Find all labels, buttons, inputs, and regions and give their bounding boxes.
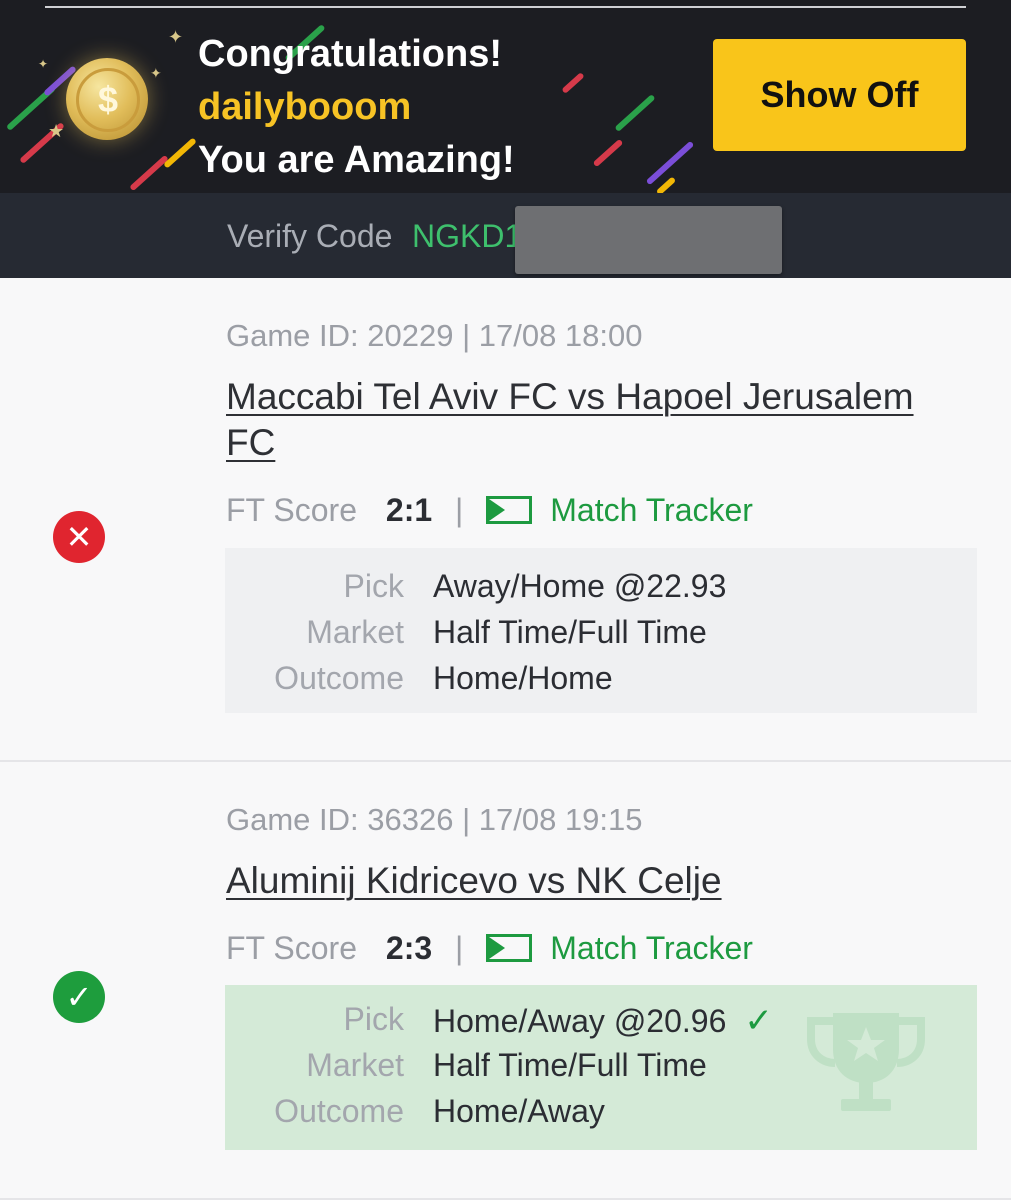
verify-code-label: Verify Code	[227, 218, 393, 254]
outcome-row: Outcome Home/Away	[225, 1093, 977, 1139]
check-circle-icon: ✓	[53, 971, 105, 1023]
confetti-streak	[655, 176, 677, 193]
confetti-streak	[614, 94, 656, 132]
star-icon: ✦	[38, 57, 49, 71]
congrats-title: Congratulations!	[198, 33, 502, 75]
coin-symbol: $	[97, 79, 119, 120]
outcome-row: Outcome Home/Home	[225, 660, 977, 706]
game-id: Game ID: 20229 | 17/08 18:00	[226, 318, 643, 353]
separator: |	[455, 930, 464, 966]
outcome-label: Outcome	[274, 660, 404, 696]
ft-score-row: FT Score 2:1 | Match Tracker	[226, 492, 753, 529]
match-tracker-label: Match Tracker	[550, 930, 753, 966]
match-tracker-label: Match Tracker	[550, 492, 753, 528]
ft-score-label: FT Score	[226, 492, 357, 528]
star-icon: ✦	[150, 65, 162, 81]
bet-detail-box: Pick Away/Home @22.93 Market Half Time/F…	[225, 548, 977, 713]
outcome-value: Home/Away	[433, 1093, 605, 1129]
match-tracker-link[interactable]: Match Tracker	[486, 492, 753, 528]
game-id: Game ID: 36326 | 17/08 19:15	[226, 802, 643, 837]
outcome-label: Outcome	[274, 1093, 404, 1129]
match-tracker-icon	[486, 933, 533, 962]
confetti-streak	[561, 72, 585, 94]
ft-score-value: 2:3	[385, 930, 433, 966]
outcome-value: Home/Home	[433, 660, 613, 696]
ft-score-row: FT Score 2:3 | Match Tracker	[226, 930, 753, 967]
star-icon: ★	[48, 121, 65, 141]
share-banner: ✦ ✦ ★ ✦ $ Congratulations! dailybooom Yo…	[0, 0, 1011, 193]
pick-label: Pick	[343, 1001, 404, 1037]
star-icon: ✦	[168, 27, 184, 47]
bet-item: ✓ Game ID: 36326 | 17/08 19:15 Aluminij …	[0, 762, 1011, 1200]
match-tracker-link[interactable]: Match Tracker	[486, 930, 753, 966]
market-value: Half Time/Full Time	[433, 1047, 707, 1083]
congrats-subtitle: You are Amazing!	[198, 139, 515, 181]
match-title-link[interactable]: Aluminij Kidricevo vs NK Celje	[226, 858, 966, 904]
pick-value: Away/Home @22.93	[433, 568, 727, 604]
divider	[45, 6, 966, 8]
confetti-streak	[592, 138, 624, 168]
x-circle-icon: ✕	[53, 511, 105, 563]
ft-score-label: FT Score	[226, 930, 357, 966]
ft-score-value: 2:1	[385, 492, 433, 528]
coin-icon: $	[66, 58, 148, 140]
bet-item: ✕ Game ID: 20229 | 17/08 18:00 Maccabi T…	[0, 278, 1011, 762]
market-label: Market	[306, 614, 404, 650]
match-tracker-icon	[486, 495, 533, 524]
pick-row: Pick Home/Away @20.96 ✓	[225, 1001, 977, 1047]
pick-row: Pick Away/Home @22.93	[225, 568, 977, 614]
market-row: Market Half Time/Full Time	[225, 1047, 977, 1093]
bet-detail-box: Pick Home/Away @20.96 ✓ Market Half Time/…	[225, 985, 977, 1150]
checkmark-icon: ✓	[744, 1002, 773, 1040]
confetti-streak	[129, 154, 169, 192]
market-value: Half Time/Full Time	[433, 614, 707, 650]
pick-label: Pick	[343, 568, 404, 604]
username: dailybooom	[198, 86, 412, 128]
congratulations-message: Congratulations! dailybooom You are Amaz…	[198, 28, 515, 187]
market-row: Market Half Time/Full Time	[225, 614, 977, 660]
match-title-link[interactable]: Maccabi Tel Aviv FC vs Hapoel Jerusalem …	[226, 374, 966, 466]
verify-code-value: NGKD1	[412, 218, 523, 254]
separator: |	[455, 492, 464, 528]
pick-value-wrap: Home/Away @20.96 ✓	[433, 1001, 773, 1041]
redaction-box	[515, 206, 782, 274]
pick-value: Home/Away @20.96	[433, 1003, 727, 1039]
show-off-button[interactable]: Show Off	[713, 39, 966, 151]
confetti-streak	[163, 137, 197, 169]
market-label: Market	[306, 1047, 404, 1083]
